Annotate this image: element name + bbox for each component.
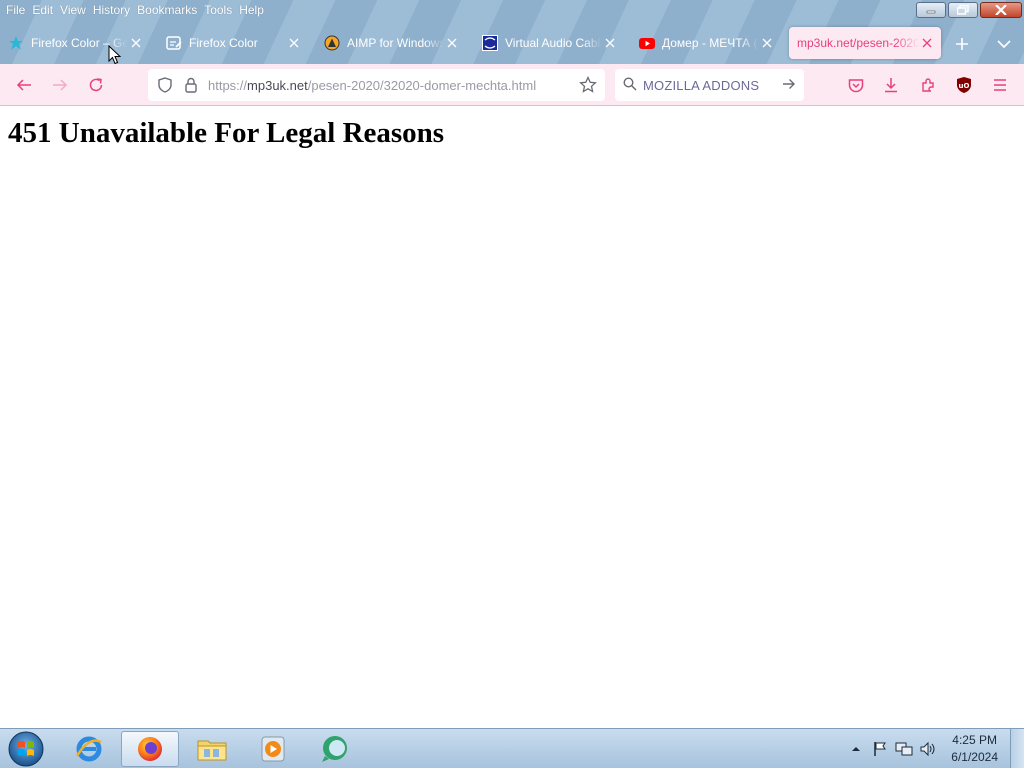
minimize-button[interactable] bbox=[916, 2, 946, 18]
arrow-right-icon bbox=[53, 79, 68, 91]
aimp-icon bbox=[324, 35, 340, 51]
search-icon bbox=[623, 76, 637, 94]
windows-taskbar: 4:25 PM 6/1/2024 bbox=[0, 728, 1024, 768]
action-center-flag-icon[interactable] bbox=[871, 740, 889, 758]
pocket-icon bbox=[848, 78, 864, 92]
tab-close-icon[interactable] bbox=[444, 35, 460, 51]
media-player-icon bbox=[261, 736, 285, 762]
network-icon[interactable] bbox=[895, 740, 913, 758]
tab-close-icon[interactable] bbox=[602, 35, 618, 51]
ublock-shield-icon: uO bbox=[957, 77, 971, 93]
search-input[interactable]: MOZILLA ADDONS bbox=[643, 78, 782, 93]
taskbar-media-player[interactable] bbox=[244, 731, 302, 767]
hamburger-menu-icon bbox=[994, 79, 1006, 91]
tracking-protection-shield-icon[interactable] bbox=[156, 76, 174, 94]
taskbar-file-explorer[interactable] bbox=[183, 731, 241, 767]
menu-file[interactable]: File bbox=[4, 3, 30, 17]
tab-close-icon[interactable] bbox=[286, 35, 302, 51]
restore-icon bbox=[957, 5, 969, 15]
lock-icon[interactable] bbox=[182, 76, 200, 94]
tab-title: AIMP for Windows bbox=[347, 36, 444, 50]
url-bar[interactable]: https://mp3uk.net/pesen-2020/32020-domer… bbox=[148, 69, 605, 101]
window-controls bbox=[916, 2, 1022, 18]
taskbar-chat-app[interactable] bbox=[306, 731, 364, 767]
menu-bar: File Edit View History Bookmarks Tools H… bbox=[0, 0, 269, 20]
tab-strip: Firefox Color – Get Firefox Color AIMP f… bbox=[0, 24, 1024, 62]
firefox-color-icon bbox=[8, 35, 24, 51]
browser-titlebar: File Edit View History Bookmarks Tools H… bbox=[0, 0, 1024, 64]
menu-bookmarks[interactable]: Bookmarks bbox=[135, 3, 202, 17]
menu-edit[interactable]: Edit bbox=[30, 3, 58, 17]
volume-icon[interactable] bbox=[919, 740, 937, 758]
bookmark-star-icon[interactable] bbox=[579, 76, 597, 94]
forward-button[interactable] bbox=[48, 74, 72, 96]
close-window-button[interactable] bbox=[980, 2, 1022, 18]
downloads-button[interactable] bbox=[880, 74, 902, 96]
page-content: 451 Unavailable For Legal Reasons bbox=[0, 107, 1024, 728]
svg-text:uO: uO bbox=[959, 82, 970, 90]
menu-help[interactable]: Help bbox=[237, 3, 269, 17]
ublock-origin-button[interactable]: uO bbox=[953, 74, 975, 96]
restore-button[interactable] bbox=[948, 2, 978, 18]
tab-youtube-domer[interactable]: Домер - МЕЧТА (Ре bbox=[631, 26, 781, 60]
navigation-toolbar: https://mp3uk.net/pesen-2020/32020-domer… bbox=[0, 64, 1024, 106]
close-icon bbox=[995, 5, 1007, 15]
clock[interactable]: 4:25 PM 6/1/2024 bbox=[951, 732, 998, 766]
start-button[interactable] bbox=[6, 730, 46, 768]
tab-title: Firefox Color bbox=[189, 36, 258, 50]
puzzle-icon bbox=[922, 78, 934, 92]
folder-icon bbox=[197, 740, 227, 761]
menu-tools[interactable]: Tools bbox=[202, 3, 237, 17]
extensions-button[interactable] bbox=[917, 74, 939, 96]
chevron-down-icon bbox=[997, 40, 1011, 49]
list-all-tabs-button[interactable] bbox=[992, 34, 1016, 54]
tray-expand-chevron-up-icon[interactable] bbox=[847, 740, 865, 758]
show-desktop-button[interactable] bbox=[1010, 729, 1024, 768]
search-bar[interactable]: MOZILLA ADDONS bbox=[615, 69, 804, 101]
tab-title: Virtual Audio Cable bbox=[505, 36, 602, 50]
taskbar-internet-explorer[interactable] bbox=[60, 731, 118, 767]
windows-logo-icon bbox=[8, 731, 44, 767]
tab-firefox-color[interactable]: Firefox Color bbox=[158, 26, 308, 60]
tab-close-icon[interactable] bbox=[759, 35, 775, 51]
tab-close-icon[interactable] bbox=[128, 35, 144, 51]
tab-firefox-color-get[interactable]: Firefox Color – Get bbox=[0, 26, 150, 60]
minimize-icon bbox=[926, 10, 936, 14]
plus-icon bbox=[956, 38, 968, 50]
internet-explorer-icon bbox=[75, 736, 102, 762]
back-button[interactable] bbox=[12, 74, 36, 96]
taskbar-firefox[interactable] bbox=[121, 731, 179, 767]
tab-title: Домер - МЕЧТА (Ре bbox=[662, 36, 759, 50]
firefox-icon bbox=[138, 737, 162, 761]
page-heading: 451 Unavailable For Legal Reasons bbox=[8, 117, 445, 149]
system-tray: 4:25 PM 6/1/2024 bbox=[847, 729, 1024, 768]
menu-history[interactable]: History bbox=[91, 3, 135, 17]
mouse-cursor-icon bbox=[108, 45, 122, 65]
reload-button[interactable] bbox=[84, 74, 108, 96]
tab-virtual-audio-cable[interactable]: Virtual Audio Cable bbox=[474, 26, 624, 60]
search-go-arrow-icon[interactable] bbox=[782, 78, 796, 93]
chat-bubble-icon bbox=[322, 736, 347, 762]
youtube-icon bbox=[639, 35, 655, 51]
clock-date: 6/1/2024 bbox=[951, 750, 998, 764]
vac-icon bbox=[482, 35, 498, 51]
url-text[interactable]: https://mp3uk.net/pesen-2020/32020-domer… bbox=[208, 78, 573, 93]
pocket-button[interactable] bbox=[845, 74, 867, 96]
tab-close-icon[interactable] bbox=[919, 35, 935, 51]
reload-icon bbox=[89, 78, 103, 92]
edit-theme-icon bbox=[166, 35, 182, 51]
clock-time: 4:25 PM bbox=[952, 733, 997, 747]
tab-title: mp3uk.net/pesen-2020 bbox=[797, 36, 919, 50]
tab-aimp[interactable]: AIMP for Windows bbox=[316, 26, 466, 60]
download-icon bbox=[885, 78, 897, 93]
app-menu-button[interactable] bbox=[989, 74, 1011, 96]
menu-view[interactable]: View bbox=[58, 3, 91, 17]
new-tab-button[interactable] bbox=[950, 34, 974, 54]
tab-mp3uk-active[interactable]: mp3uk.net/pesen-2020 bbox=[789, 27, 941, 59]
arrow-left-icon bbox=[16, 79, 31, 91]
